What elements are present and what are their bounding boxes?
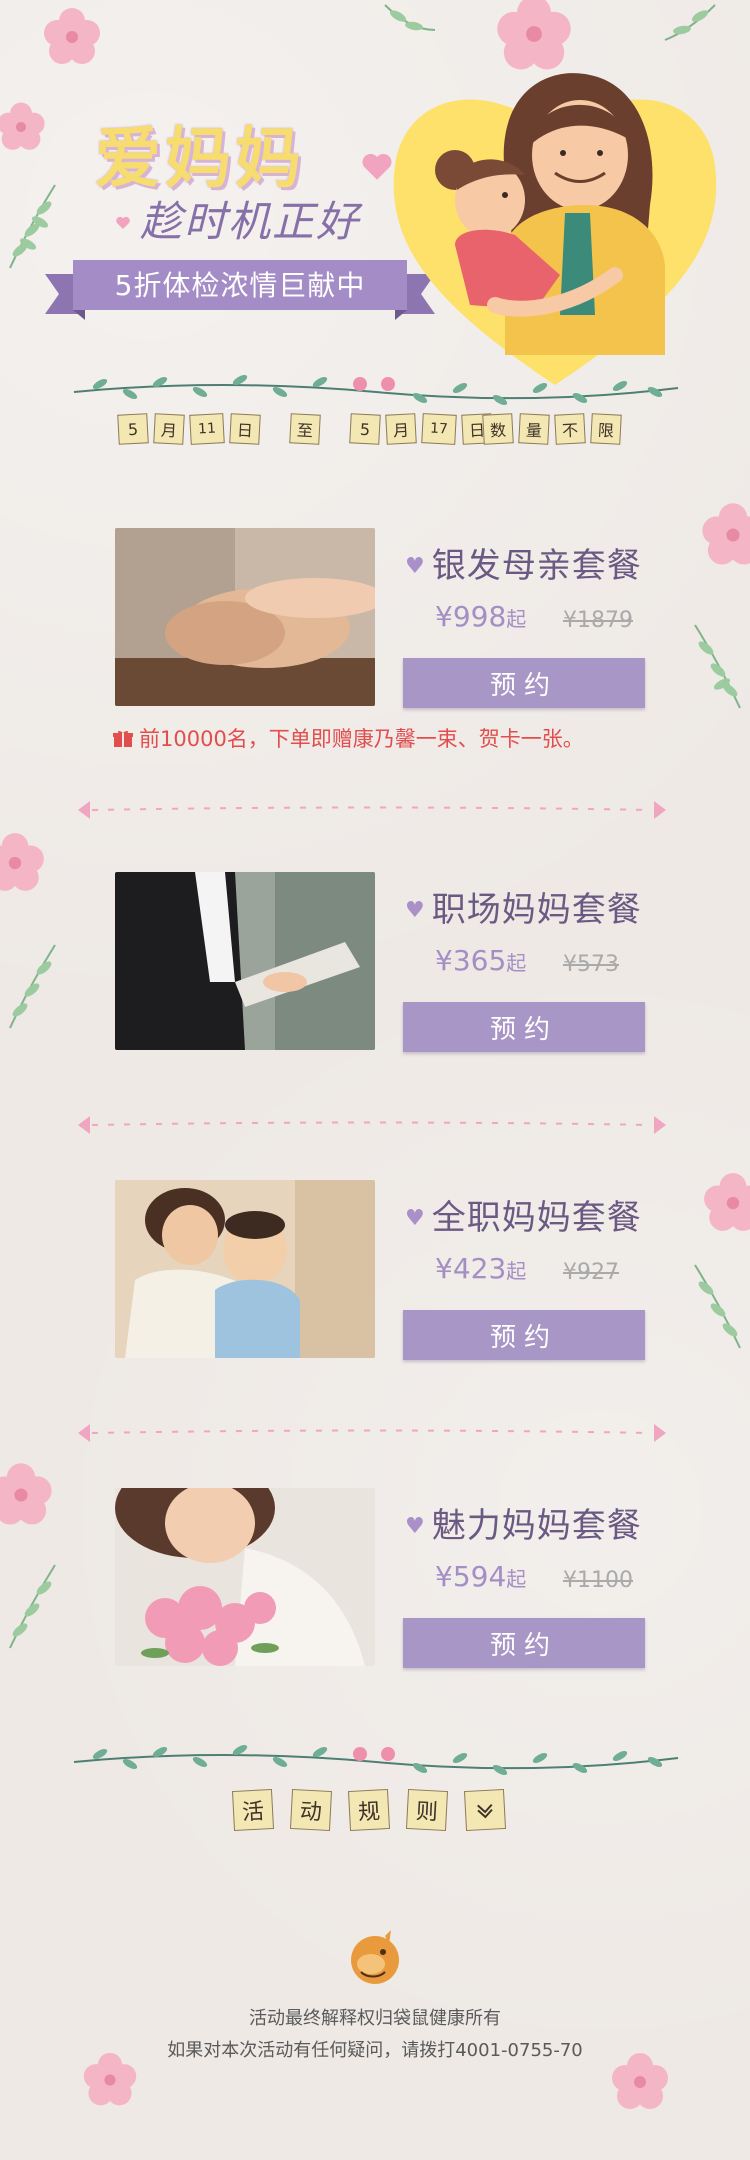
package-original-price: ¥573 xyxy=(563,952,619,977)
date-tag: 5 xyxy=(349,413,381,445)
rules-tag: 则 xyxy=(405,1788,449,1832)
package-name: ♥ 银发母亲套餐 xyxy=(405,546,642,586)
chevron-down-icon[interactable] xyxy=(463,1788,507,1832)
hero-title: 爱妈妈 xyxy=(95,120,305,197)
package-card-working: ♥ 职场妈妈套餐 ¥365起 ¥573 预约 xyxy=(115,872,645,1052)
package-price: ¥365起 xyxy=(435,944,527,977)
heart-icon xyxy=(116,216,130,229)
footer-disclaimer: 活动最终解释权归袋鼠健康所有 xyxy=(249,2008,501,2029)
heart-icon: ♥ xyxy=(405,1206,426,1231)
date-tag: 11 xyxy=(189,413,225,445)
leaf-decoration xyxy=(694,624,741,709)
rules-tag: 规 xyxy=(347,1788,391,1832)
flower-decoration xyxy=(0,1463,52,1525)
package-name: ♥ 魅力妈妈套餐 xyxy=(405,1506,642,1546)
date-tags: 5 月 11 日 至 5 月 17 日 xyxy=(117,413,498,445)
flower-decoration xyxy=(702,503,750,565)
heart-icon: ♥ xyxy=(405,1514,426,1539)
elderly-hands-photo xyxy=(115,528,375,706)
heart-icon: ♥ xyxy=(405,554,426,579)
heart-icon: ♥ xyxy=(405,898,426,923)
leaf-decoration xyxy=(694,1264,741,1349)
package-price: ¥998起 xyxy=(435,600,527,633)
hero-subtitle: 趁时机正好 xyxy=(140,197,361,246)
package-name: ♥ 职场妈妈套餐 xyxy=(405,890,642,930)
date-tag: 日 xyxy=(229,413,261,445)
quantity-tag: 不 xyxy=(554,413,586,445)
book-button[interactable]: 预约 xyxy=(403,1310,645,1360)
book-button[interactable]: 预约 xyxy=(403,658,645,708)
date-tag: 月 xyxy=(153,413,185,445)
gift-note: 前10000名，下单即赠康乃馨一束、贺卡一张。 xyxy=(113,723,584,753)
quantity-tags: 数 量 不 限 xyxy=(482,413,627,445)
leaf-decoration xyxy=(9,944,56,1029)
package-price: ¥423起 xyxy=(435,1252,527,1285)
package-card-charm: ♥ 魅力妈妈套餐 ¥594起 ¥1100 预约 xyxy=(115,1488,645,1668)
mother-and-baby-photo xyxy=(115,1180,375,1358)
package-card-silver: ♥ 银发母亲套餐 ¥998起 ¥1879 预约 xyxy=(115,528,645,708)
page: 爱妈妈 趁时机正好 5折体检浓情巨献中 5 月 11 日 至 5 月 17 日 … xyxy=(0,0,750,2160)
flower-decoration xyxy=(704,1173,750,1231)
book-button[interactable]: 预约 xyxy=(403,1002,645,1052)
book-button[interactable]: 预约 xyxy=(403,1618,645,1668)
kangaroo-logo-icon xyxy=(351,1930,399,1984)
businesswoman-reading-photo xyxy=(115,872,375,1050)
gift-icon xyxy=(113,730,133,747)
rules-tags[interactable]: 活 动 规 则 xyxy=(231,1788,511,1832)
heart-divider xyxy=(78,1424,666,1442)
package-card-fulltime: ♥ 全职妈妈套餐 ¥423起 ¥927 预约 xyxy=(115,1180,645,1360)
heart-divider xyxy=(78,801,666,819)
rules-tag: 动 xyxy=(289,1788,333,1832)
quantity-tag: 限 xyxy=(590,413,622,445)
rules-tag: 活 xyxy=(231,1788,275,1832)
date-tag: 5 xyxy=(117,413,149,445)
date-tag: 至 xyxy=(289,413,321,445)
package-original-price: ¥927 xyxy=(563,1260,619,1285)
quantity-tag: 量 xyxy=(518,413,550,445)
package-price: ¥594起 xyxy=(435,1560,527,1593)
date-tag: 月 xyxy=(385,413,417,445)
package-name: ♥ 全职妈妈套餐 xyxy=(405,1198,642,1238)
date-tag: 17 xyxy=(421,413,457,445)
package-original-price: ¥1100 xyxy=(563,1568,633,1593)
leaf-decoration xyxy=(9,1564,56,1649)
mother-daughter-hug-illustration xyxy=(393,73,717,385)
quantity-tag: 数 xyxy=(482,413,514,445)
heart-divider xyxy=(78,1116,666,1134)
package-original-price: ¥1879 xyxy=(563,608,633,633)
woman-with-flowers-photo xyxy=(115,1488,375,1666)
footer-contact: 如果对本次活动有任何疑问，请拨打4001-0755-70 xyxy=(167,2040,583,2061)
flower-decoration xyxy=(0,833,44,891)
